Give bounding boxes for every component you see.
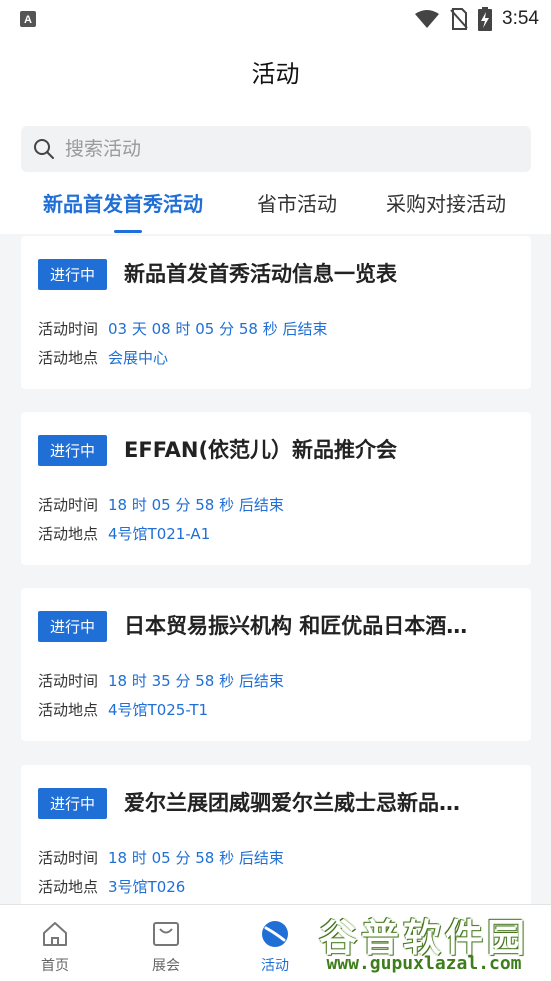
activity-card[interactable]: 进行中 新品首发首秀活动信息一览表 活动时间 03 天 08 时 05 分 58 … bbox=[21, 236, 531, 389]
time-label: 活动时间 bbox=[38, 672, 99, 690]
tab-provincial-activities[interactable]: 省市活动 bbox=[257, 188, 337, 217]
activity-time-row: 活动时间 18 时 05 分 58 秒 后结束 bbox=[38, 494, 284, 515]
nav-label: 首页 bbox=[41, 958, 69, 974]
activity-icon bbox=[262, 921, 288, 947]
page-header: 活动 bbox=[0, 38, 551, 104]
activity-title: 爱尔兰展团威驷爱尔兰威士忌新品… bbox=[124, 791, 460, 815]
app-screen: A 3:54 活动 搜索活动 新品首发首秀活动 省市活动 采购对接活动 进行中 … bbox=[0, 0, 551, 981]
activity-list-area[interactable]: 新品首发首秀活动 省市活动 采购对接活动 进行中 新品首发首秀活动信息一览表 活… bbox=[0, 104, 551, 904]
nav-item-exhibition[interactable]: 展会 bbox=[131, 913, 201, 975]
activity-title: 新品首发首秀活动信息一览表 bbox=[124, 262, 397, 286]
activity-card[interactable]: 进行中 EFFAN(依范儿）新品推介会 活动时间 18 时 05 分 58 秒 后… bbox=[21, 412, 531, 565]
nav-label: 展会 bbox=[152, 958, 180, 974]
status-time: 3:54 bbox=[502, 8, 539, 29]
app-notification-icon: A bbox=[20, 11, 36, 27]
home-icon bbox=[43, 922, 67, 946]
activity-title: EFFAN(依范儿）新品推介会 bbox=[124, 438, 398, 462]
watermark-logo: 谷普软件园 www.gupuxlazal.com bbox=[299, 907, 549, 979]
countdown-value: 18 时 35 分 58 秒 后结束 bbox=[108, 672, 284, 690]
bag-icon bbox=[153, 922, 179, 946]
search-bar[interactable] bbox=[21, 126, 531, 172]
search-icon bbox=[34, 139, 54, 159]
time-label: 活动时间 bbox=[38, 320, 99, 338]
time-label: 活动时间 bbox=[38, 496, 99, 514]
place-label: 活动地点 bbox=[38, 701, 99, 719]
countdown-value: 18 时 05 分 58 秒 后结束 bbox=[108, 496, 284, 514]
place-label: 活动地点 bbox=[38, 349, 99, 367]
place-value: 4号馆T025-T1 bbox=[108, 701, 209, 719]
status-icons: 3:54 bbox=[414, 6, 539, 32]
battery-charging-icon bbox=[478, 7, 493, 31]
activity-place-row: 活动地点 4号馆T025-T1 bbox=[38, 699, 208, 720]
activity-time-row: 活动时间 18 时 05 分 58 秒 后结束 bbox=[38, 847, 284, 868]
tab-new-product-launch[interactable]: 新品首发首秀活动 bbox=[43, 188, 203, 217]
time-label: 活动时间 bbox=[38, 849, 99, 867]
place-value: 会展中心 bbox=[108, 349, 169, 367]
place-label: 活动地点 bbox=[38, 878, 99, 896]
activity-place-row: 活动地点 会展中心 bbox=[38, 347, 168, 368]
watermark-url: www.gupuxlazal.com bbox=[326, 953, 522, 974]
tab-procurement-matching[interactable]: 采购对接活动 bbox=[386, 188, 506, 217]
status-badge: 进行中 bbox=[38, 788, 107, 819]
no-sim-icon bbox=[450, 8, 468, 30]
activity-place-row: 活动地点 4号馆T021-A1 bbox=[38, 523, 210, 544]
activity-time-row: 活动时间 18 时 35 分 58 秒 后结束 bbox=[38, 670, 284, 691]
status-badge: 进行中 bbox=[38, 611, 107, 642]
svg-text:A: A bbox=[24, 14, 32, 26]
page-title: 活动 bbox=[251, 59, 300, 88]
status-badge: 进行中 bbox=[38, 259, 107, 290]
activity-time-row: 活动时间 03 天 08 时 05 分 58 秒 后结束 bbox=[38, 318, 328, 339]
place-value: 4号馆T021-A1 bbox=[108, 525, 211, 543]
activity-title: 日本贸易振兴机构 和匠优品日本酒… bbox=[124, 614, 468, 638]
search-input[interactable] bbox=[63, 137, 507, 161]
nav-item-home[interactable]: 首页 bbox=[20, 913, 90, 975]
activity-card[interactable]: 进行中 日本贸易振兴机构 和匠优品日本酒… 活动时间 18 时 35 分 58 秒… bbox=[21, 588, 531, 741]
activity-place-row: 活动地点 3号馆T026 bbox=[38, 876, 185, 897]
wifi-icon bbox=[415, 10, 440, 28]
active-tab-indicator bbox=[114, 230, 142, 233]
place-value: 3号馆T026 bbox=[108, 878, 186, 896]
status-bar: A 3:54 bbox=[0, 0, 551, 38]
place-label: 活动地点 bbox=[38, 525, 99, 543]
status-badge: 进行中 bbox=[38, 435, 107, 466]
countdown-value: 03 天 08 时 05 分 58 秒 后结束 bbox=[108, 320, 328, 338]
category-tabs: 新品首发首秀活动 省市活动 采购对接活动 bbox=[0, 180, 551, 234]
countdown-value: 18 时 05 分 58 秒 后结束 bbox=[108, 849, 284, 867]
activity-card[interactable]: 进行中 爱尔兰展团威驷爱尔兰威士忌新品… 活动时间 18 时 05 分 58 秒 … bbox=[21, 765, 531, 904]
